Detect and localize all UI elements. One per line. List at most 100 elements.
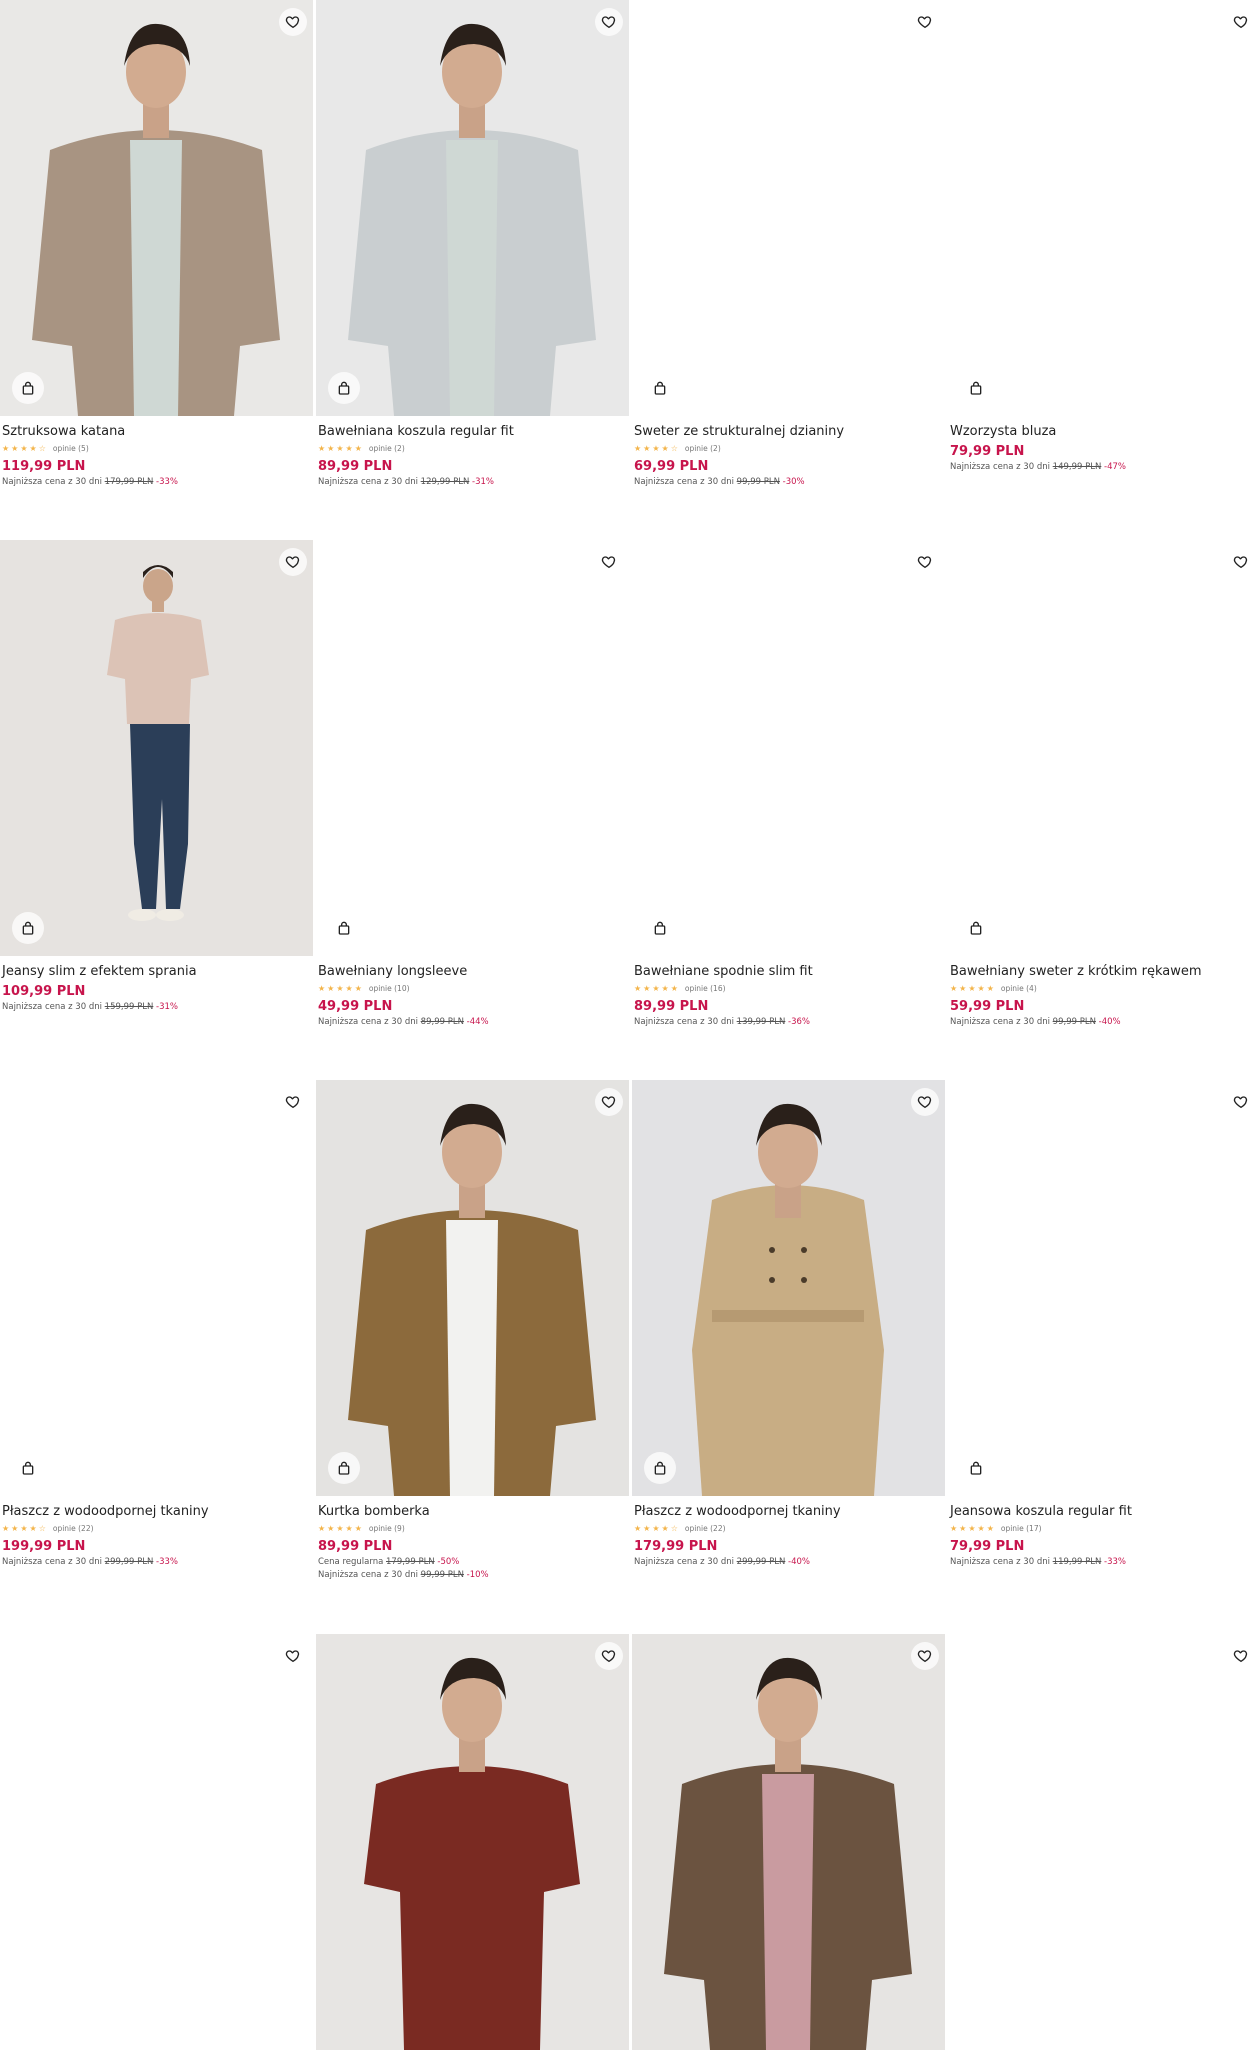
product-rating: ★★★★★ opinie (16) bbox=[634, 981, 943, 995]
product-card[interactable] bbox=[0, 1634, 313, 2050]
shopping-bag-icon[interactable] bbox=[644, 912, 676, 944]
reviews-count[interactable]: opinie (2) bbox=[685, 444, 721, 453]
product-image[interactable] bbox=[316, 0, 629, 416]
product-card[interactable] bbox=[948, 1634, 1250, 2050]
reviews-count[interactable]: opinie (22) bbox=[53, 1524, 94, 1533]
product-name[interactable]: Płaszcz z wodoodpornej tkaniny bbox=[634, 1503, 943, 1520]
product-card[interactable]: Bawełniane spodnie slim fit ★★★★★ opinie (… bbox=[632, 540, 945, 1029]
note-label: Najniższa cena z 30 dni bbox=[634, 1557, 734, 1567]
shopping-bag-icon[interactable] bbox=[644, 372, 676, 404]
product-image[interactable] bbox=[948, 1080, 1250, 1496]
reviews-count[interactable]: opinie (2) bbox=[369, 444, 405, 453]
product-name[interactable]: Wzorzysta bluza bbox=[950, 423, 1250, 440]
heart-icon[interactable] bbox=[595, 1088, 623, 1116]
heart-icon[interactable] bbox=[279, 8, 307, 36]
shopping-bag-icon[interactable] bbox=[12, 372, 44, 404]
lowest-price-note: Najniższa cena z 30 dni 149,99 PLN -47% bbox=[950, 461, 1250, 474]
shopping-bag-icon[interactable] bbox=[328, 372, 360, 404]
heart-icon[interactable] bbox=[1227, 548, 1250, 576]
rating-stars: ★★★★★ bbox=[318, 983, 364, 993]
product-name[interactable]: Bawełniane spodnie slim fit bbox=[634, 963, 943, 980]
heart-icon[interactable] bbox=[911, 1642, 939, 1670]
product-card[interactable]: Jeansowa koszula regular fit ★★★★★ opinie … bbox=[948, 1080, 1250, 1569]
reviews-count[interactable]: opinie (5) bbox=[53, 444, 89, 453]
reviews-count[interactable]: opinie (16) bbox=[685, 984, 726, 993]
product-image[interactable] bbox=[632, 1080, 945, 1496]
product-card[interactable]: Jeansy slim z efektem sprania 109,99 PLN N… bbox=[0, 540, 313, 1014]
shopping-bag-icon[interactable] bbox=[644, 1452, 676, 1484]
photo-man-burgundy-sweater bbox=[316, 1634, 629, 2050]
product-price: 109,99 PLN bbox=[2, 984, 86, 999]
shopping-bag-icon[interactable] bbox=[960, 1452, 992, 1484]
product-card[interactable] bbox=[316, 1634, 629, 2050]
old-price: 99,99 PLN bbox=[1052, 1017, 1096, 1027]
shopping-bag-icon[interactable] bbox=[328, 1452, 360, 1484]
reviews-count[interactable]: opinie (17) bbox=[1001, 1524, 1042, 1533]
product-card[interactable]: Sztruksowa katana ★★★★☆ opinie (5) 119,99 P… bbox=[0, 0, 313, 489]
lowest-price-note: Najniższa cena z 30 dni 99,99 PLN -40% bbox=[950, 1016, 1250, 1029]
product-name[interactable]: Kurtka bomberka bbox=[318, 1503, 627, 1520]
reviews-count[interactable]: opinie (9) bbox=[369, 1524, 405, 1533]
product-name[interactable]: Bawełniana koszula regular fit bbox=[318, 423, 627, 440]
heart-icon[interactable] bbox=[279, 548, 307, 576]
product-card[interactable]: Wzorzysta bluza 79,99 PLN Najniższa cena z… bbox=[948, 0, 1250, 474]
heart-icon[interactable] bbox=[595, 1642, 623, 1670]
old-price: 299,99 PLN bbox=[736, 1557, 786, 1567]
product-image[interactable] bbox=[948, 1634, 1250, 2050]
shopping-bag-icon[interactable] bbox=[12, 912, 44, 944]
product-image[interactable] bbox=[0, 0, 313, 416]
product-card[interactable]: Sweter ze strukturalnej dzianiny ★★★★☆ opi… bbox=[632, 0, 945, 489]
product-card[interactable]: Kurtka bomberka ★★★★★ opinie (9) 89,99 PLN C… bbox=[316, 1080, 629, 1582]
product-image[interactable] bbox=[948, 0, 1250, 416]
note-label: Najniższa cena z 30 dni bbox=[2, 1002, 102, 1012]
product-name[interactable]: Bawełniany longsleeve bbox=[318, 963, 627, 980]
heart-icon[interactable] bbox=[595, 548, 623, 576]
heart-icon[interactable] bbox=[911, 548, 939, 576]
product-image[interactable] bbox=[632, 540, 945, 956]
product-image[interactable] bbox=[316, 540, 629, 956]
heart-icon[interactable] bbox=[1227, 1088, 1250, 1116]
reviews-count[interactable]: opinie (22) bbox=[685, 1524, 726, 1533]
lowest-price-note: Najniższa cena z 30 dni 179,99 PLN -33% bbox=[2, 476, 311, 489]
product-image[interactable] bbox=[316, 1634, 629, 2050]
shopping-bag-icon[interactable] bbox=[960, 372, 992, 404]
old-price: 99,99 PLN bbox=[420, 1570, 464, 1580]
product-card[interactable]: Bawełniany sweter z krótkim rękawem ★★★★★… bbox=[948, 540, 1250, 1029]
product-name[interactable]: Płaszcz z wodoodpornej tkaniny bbox=[2, 1503, 311, 1520]
product-name[interactable]: Bawełniany sweter z krótkim rękawem bbox=[950, 963, 1250, 980]
product-image[interactable] bbox=[316, 1080, 629, 1496]
heart-icon[interactable] bbox=[911, 1088, 939, 1116]
product-card[interactable]: Bawełniana koszula regular fit ★★★★★ opini… bbox=[316, 0, 629, 489]
product-card[interactable]: Płaszcz z wodoodpornej tkaniny ★★★★☆ opini… bbox=[632, 1080, 945, 1569]
shopping-bag-icon[interactable] bbox=[12, 1452, 44, 1484]
product-info: Bawełniany longsleeve ★★★★★ opinie (10) 49,… bbox=[316, 956, 629, 1029]
product-card[interactable] bbox=[632, 1634, 945, 2050]
reviews-count[interactable]: opinie (10) bbox=[369, 984, 410, 993]
product-name[interactable]: Sztruksowa katana bbox=[2, 423, 311, 440]
product-card[interactable]: Płaszcz z wodoodpornej tkaniny ★★★★☆ opini… bbox=[0, 1080, 313, 1569]
product-rating: ★★★★★ opinie (10) bbox=[318, 981, 627, 995]
product-info: Sweter ze strukturalnej dzianiny ★★★★☆ opi… bbox=[632, 416, 945, 489]
product-image[interactable] bbox=[0, 1080, 313, 1496]
heart-icon[interactable] bbox=[1227, 8, 1250, 36]
product-name[interactable]: Jeansy slim z efektem sprania bbox=[2, 963, 311, 980]
product-rating: ★★★★★ opinie (9) bbox=[318, 1521, 627, 1535]
heart-icon[interactable] bbox=[279, 1642, 307, 1670]
heart-icon[interactable] bbox=[1227, 1642, 1250, 1670]
reviews-count[interactable]: opinie (4) bbox=[1001, 984, 1037, 993]
product-image[interactable] bbox=[632, 0, 945, 416]
heart-icon[interactable] bbox=[911, 8, 939, 36]
heart-icon[interactable] bbox=[279, 1088, 307, 1116]
heart-icon[interactable] bbox=[595, 8, 623, 36]
shopping-bag-icon[interactable] bbox=[960, 912, 992, 944]
product-price: 79,99 PLN bbox=[950, 1539, 1025, 1554]
product-image[interactable] bbox=[632, 1634, 945, 2050]
product-card[interactable]: Bawełniany longsleeve ★★★★★ opinie (10) 49,… bbox=[316, 540, 629, 1029]
product-name[interactable]: Jeansowa koszula regular fit bbox=[950, 1503, 1250, 1520]
product-image[interactable] bbox=[0, 1634, 313, 2050]
product-name[interactable]: Sweter ze strukturalnej dzianiny bbox=[634, 423, 943, 440]
shopping-bag-icon[interactable] bbox=[328, 912, 360, 944]
product-info: Sztruksowa katana ★★★★☆ opinie (5) 119,99 P… bbox=[0, 416, 313, 489]
product-image[interactable] bbox=[0, 540, 313, 956]
product-image[interactable] bbox=[948, 540, 1250, 956]
